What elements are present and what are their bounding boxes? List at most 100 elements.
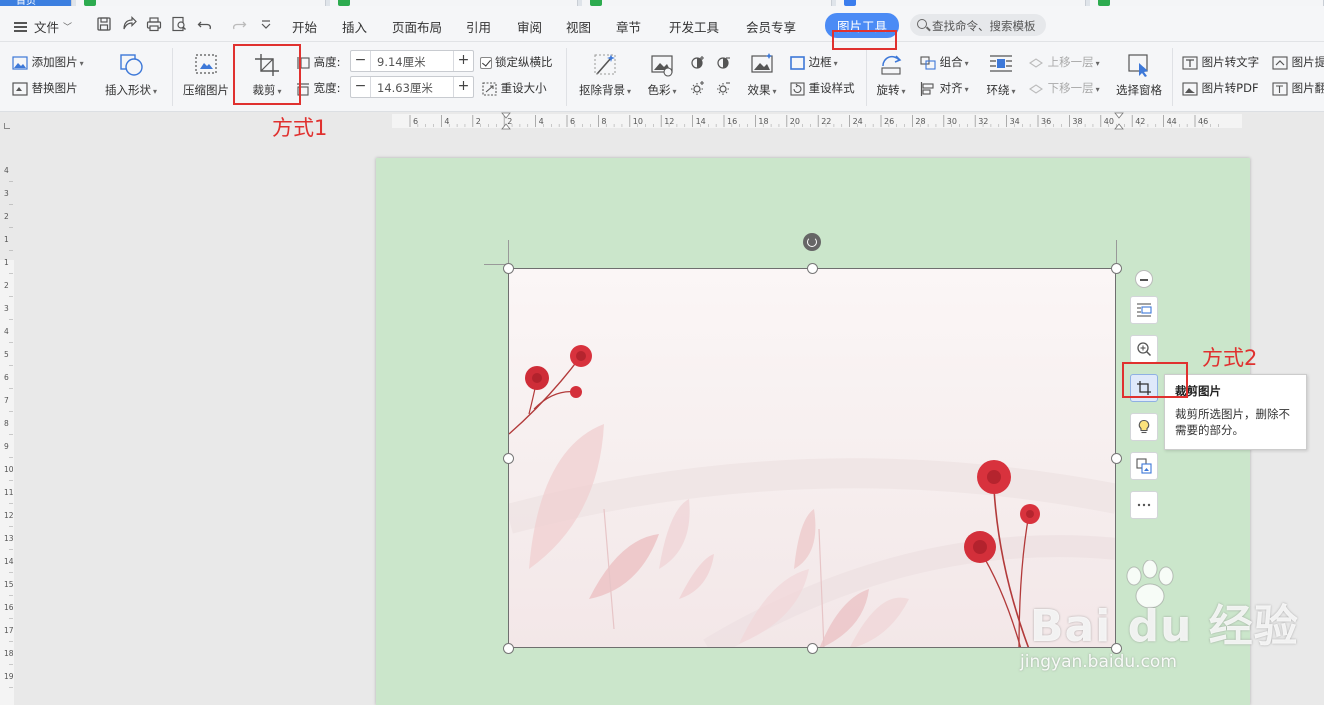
dropdown-arrow-icon: ▾	[833, 59, 838, 68]
width-decrement[interactable]: −	[351, 77, 371, 97]
decrease-contrast-button[interactable]	[716, 54, 732, 70]
effect-button[interactable]: 效果 ▾	[742, 52, 782, 98]
lock-ratio-checkbox[interactable]: 锁定纵横比	[480, 54, 553, 70]
collapse-toolbar-icon[interactable]	[1135, 270, 1153, 288]
reset-size-button[interactable]: 重设大小	[482, 80, 547, 96]
resize-handle-top-left[interactable]	[503, 263, 514, 274]
border-button[interactable]: 边框 ▾	[790, 54, 838, 70]
resize-handle-bottom[interactable]	[807, 643, 818, 654]
command-search[interactable]: 查找命令、搜索模板	[910, 14, 1046, 36]
remove-background-button[interactable]: 抠除背景 ▾	[574, 52, 636, 98]
vertical-ruler[interactable]: 432112345678910111213141516171819	[0, 150, 14, 705]
resize-handle-right[interactable]	[1111, 453, 1122, 464]
tooltip-title: 裁剪图片	[1175, 384, 1221, 398]
layout-options-button[interactable]	[1130, 296, 1158, 324]
height-value: 9.14厘米	[377, 55, 426, 69]
ribbon-separator	[866, 48, 867, 106]
ruler-tick-label: 1	[4, 235, 9, 244]
ruler-tick-label: 2	[476, 117, 481, 126]
dropdown-arrow-icon: ▾	[1095, 85, 1100, 94]
file-menu-label: 文件	[34, 20, 60, 35]
tab-developer[interactable]: 开发工具	[669, 17, 719, 36]
insert-shape-button[interactable]: 插入形状 ▾	[102, 52, 160, 98]
resize-handle-left[interactable]	[503, 453, 514, 464]
picture-to-text-icon	[1182, 55, 1198, 70]
ruler-tick-label: 3	[4, 304, 9, 313]
ruler-tick-label: 4	[4, 166, 9, 175]
zoom-preview-button[interactable]	[1130, 335, 1158, 363]
tab-review[interactable]: 审阅	[517, 17, 542, 36]
rotate-handle-icon[interactable]	[803, 233, 821, 251]
picture-to-pdf-label: 图片转PDF	[1201, 81, 1259, 95]
picture-extract-button[interactable]: 图片提	[1272, 54, 1324, 70]
height-input[interactable]: − 9.14厘米 +	[350, 50, 474, 72]
group-button[interactable]: 组合 ▾	[920, 54, 969, 70]
height-decrement[interactable]: −	[351, 51, 371, 71]
width-increment[interactable]: +	[453, 77, 473, 97]
width-input[interactable]: − 14.63厘米 +	[350, 76, 474, 98]
ruler-tick-label: 4	[4, 327, 9, 336]
picture-convert-icon	[1136, 458, 1152, 474]
tab-references[interactable]: 引用	[466, 17, 491, 36]
smart-suggestion-button[interactable]	[1130, 413, 1158, 441]
wrap-button[interactable]: 环绕 ▾	[982, 52, 1020, 98]
tab-view[interactable]: 视图	[566, 17, 591, 36]
compress-icon	[195, 54, 217, 74]
tab-page-layout[interactable]: 页面布局	[392, 17, 442, 36]
tab-insert[interactable]: 插入	[342, 17, 367, 36]
ruler-tick-label: 13	[4, 534, 14, 543]
ruler-tick-label: 8	[4, 419, 9, 428]
print-preview-icon[interactable]	[171, 16, 187, 32]
selection-pane-button[interactable]: 选择窗格	[1112, 52, 1166, 98]
magic-wand-icon	[594, 54, 616, 75]
redo-icon[interactable]	[231, 16, 247, 32]
ruler-tick-label: 12	[4, 511, 14, 520]
undo-icon[interactable]	[197, 16, 221, 32]
reset-style-button[interactable]: 重设样式	[790, 80, 855, 96]
dropdown-arrow-icon: ▾	[79, 59, 84, 68]
increase-contrast-button[interactable]	[690, 54, 706, 70]
resize-handle-bottom-left[interactable]	[503, 643, 514, 654]
tab-member[interactable]: 会员专享	[746, 17, 796, 36]
decrease-brightness-button[interactable]	[716, 80, 732, 96]
increase-brightness-button[interactable]	[690, 80, 706, 96]
file-menu[interactable]: 文件 ﹀	[14, 17, 72, 36]
tab-stop-selector-icon[interactable]	[4, 123, 10, 129]
send-backward-button[interactable]: 下移一层 ▾	[1028, 80, 1100, 96]
picture-translate-button[interactable]: 图片翻	[1272, 80, 1324, 96]
annotation-method2: 方式2	[1202, 346, 1258, 370]
horizontal-ruler[interactable]: 6 4 2 2 4 6 8 10 12 14 16 18 20 22 24 26 28 30 32 34 36 38 40 4…	[392, 112, 1242, 130]
tab-start[interactable]: 开始	[292, 17, 317, 36]
bring-forward-button[interactable]: 上移一层 ▾	[1028, 54, 1100, 70]
insert-shape-label: 插入形状	[104, 83, 151, 97]
picture-translate-icon	[1272, 81, 1288, 96]
picture-convert-button[interactable]	[1130, 452, 1158, 480]
export-pdf-icon[interactable]	[121, 16, 137, 32]
search-placeholder: 查找命令、搜索模板	[932, 19, 1036, 33]
add-picture-button[interactable]: 添加图片 ▾	[12, 54, 84, 70]
resize-handle-top[interactable]	[807, 263, 818, 274]
ruler-tick-label: 17	[4, 626, 14, 635]
align-button[interactable]: 对齐 ▾	[920, 80, 969, 96]
picture-to-pdf-button[interactable]: 图片转PDF	[1182, 80, 1259, 96]
more-options-button[interactable]	[1130, 491, 1158, 519]
height-increment[interactable]: +	[453, 51, 473, 71]
ruler-tick-label: 1	[4, 258, 9, 267]
customize-toolbar-icon[interactable]	[258, 16, 274, 32]
save-icon[interactable]	[96, 16, 112, 32]
compress-picture-button[interactable]: 压缩图片	[180, 52, 232, 98]
tab-chapter[interactable]: 章节	[616, 17, 641, 36]
replace-picture-button[interactable]: 替换图片	[12, 80, 78, 96]
print-icon[interactable]	[146, 16, 162, 32]
resize-handle-top-right[interactable]	[1111, 263, 1122, 274]
picture-replace-icon	[12, 81, 28, 96]
rotate-button[interactable]: 旋转 ▾	[872, 52, 910, 98]
width-label: 宽度:	[296, 80, 341, 96]
more-icon	[1137, 503, 1151, 507]
rotate-icon	[881, 55, 902, 75]
color-button[interactable]: 色彩 ▾	[642, 52, 682, 98]
picture-to-text-button[interactable]: 图片转文字	[1182, 54, 1259, 70]
width-label-text: 宽度:	[313, 81, 341, 95]
ruler-tick-label: 11	[4, 488, 14, 497]
picture-extract-label: 图片提	[1291, 55, 1324, 69]
